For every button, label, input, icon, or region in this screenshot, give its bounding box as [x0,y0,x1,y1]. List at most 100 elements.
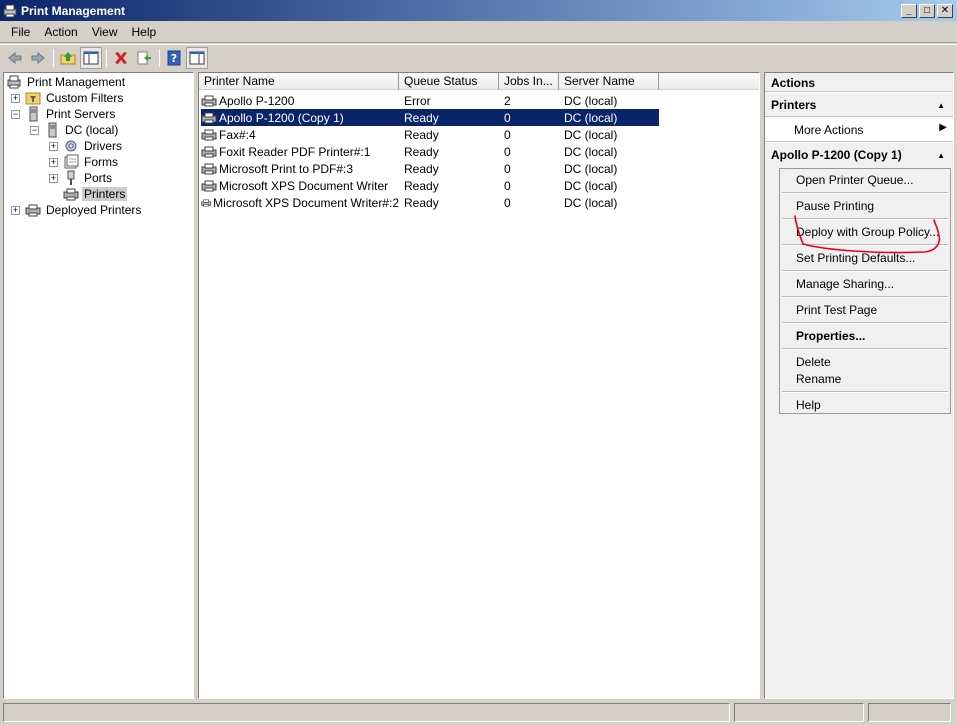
table-row[interactable]: Microsoft Print to PDF#:3 Ready 0 DC (local… [201,160,659,177]
table-row[interactable]: Foxit Reader PDF Printer#:1 Ready 0 DC (loc… [201,143,659,160]
printer-actions-menu: Open Printer Queue... Pause Printing Dep… [779,168,951,414]
collapse-dc-local[interactable]: − [30,126,39,135]
printer-name-text: Microsoft XPS Document Writer [219,178,389,193]
table-row[interactable]: Apollo P-1200 Error 2 DC (local) [201,92,659,109]
close-button[interactable]: ✕ [937,3,953,18]
console-tree-icon [83,51,99,65]
printer-icon [201,199,211,206]
column-filler [659,73,759,90]
print-management-icon [7,75,21,89]
expand-drivers[interactable]: + [49,142,58,151]
menu-separator [782,270,948,272]
toolbar: ? [0,44,957,71]
tree-label: Forms [84,155,118,169]
server-icon [29,106,38,122]
column-printer-name[interactable]: Printer Name [199,73,399,90]
forms-icon [64,154,79,169]
column-server-name[interactable]: Server Name [559,73,659,90]
cell-status: Ready [404,127,439,142]
tree-item-dc-local[interactable]: DC (local) [44,122,120,138]
export-list-button[interactable] [133,47,155,69]
cell-name: Microsoft Print to PDF#:3 [201,162,399,176]
minimize-button[interactable]: _ [901,3,917,18]
table-row[interactable]: Fax#:4 Ready 0 DC (local) [201,126,659,143]
expand-custom-filters[interactable]: + [11,94,20,103]
delete-button[interactable] [110,47,132,69]
printer-icon [63,188,79,201]
forward-button[interactable] [27,47,49,69]
cell-status: Error [404,93,431,108]
show-hide-tree-button[interactable] [80,47,102,69]
back-button[interactable] [4,47,26,69]
actions-printers-header[interactable]: Printers ▲ [765,94,953,116]
printer-icon [25,204,41,217]
table-row[interactable]: Microsoft XPS Document Writer#:2 Ready 0 DC… [201,194,659,211]
column-queue-status[interactable]: Queue Status [399,73,499,90]
tree-label: DC (local) [65,123,119,137]
menu-file[interactable]: File [4,23,37,41]
up-one-level-button[interactable] [57,47,79,69]
actions-pane: Actions Printers ▲ More Actions ▶ Apollo… [764,72,954,699]
printer-icon [201,163,217,174]
cell-server: DC (local) [564,110,618,125]
expand-forms[interactable]: + [49,158,58,167]
divider [765,141,953,143]
menu-help[interactable]: Help [125,23,164,41]
cell-server: DC (local) [564,127,618,142]
help-button[interactable]: ? [163,47,185,69]
help-icon: ? [167,50,181,66]
server-icon [48,122,57,138]
delete-action[interactable]: Delete [796,355,831,369]
maximize-button[interactable]: □ [919,3,935,18]
deploy-group-policy-action[interactable]: Deploy with Group Policy... [796,225,939,239]
cell-jobs: 0 [504,127,511,142]
cell-status: Ready [404,178,439,193]
printer-name-text: Foxit Reader PDF Printer#:1 [219,144,371,159]
pause-printing-action[interactable]: Pause Printing [796,199,874,213]
printer-icon [201,95,217,106]
export-icon [137,51,151,65]
set-printing-defaults-action[interactable]: Set Printing Defaults... [796,251,915,265]
table-row[interactable]: Apollo P-1200 (Copy 1) Ready 0 DC (local) [201,109,659,126]
table-row[interactable]: Microsoft XPS Document Writer Ready 0 DC (l… [201,177,659,194]
tree-item-custom-filters[interactable]: Custom Filters [25,90,125,106]
tree-item-printers[interactable]: Printers [63,186,128,202]
tree-item-deployed-printers[interactable]: Deployed Printers [25,202,143,218]
tree-item-print-servers[interactable]: Print Servers [25,106,117,122]
rename-action[interactable]: Rename [796,372,841,386]
menu-separator [782,322,948,324]
help-action[interactable]: Help [796,398,821,412]
status-pane-main [3,703,730,722]
collapse-caret-icon: ▲ [937,100,945,110]
printer-icon [201,146,217,157]
manage-sharing-action[interactable]: Manage Sharing... [796,277,894,291]
collapse-print-servers[interactable]: − [11,110,20,119]
properties-action[interactable]: Properties... [796,329,865,343]
toolbar-separator [106,49,107,67]
expand-deployed-printers[interactable]: + [11,206,20,215]
printer-name-text: Fax#:4 [219,127,256,142]
tree-item-forms[interactable]: Forms [63,154,120,170]
expand-ports[interactable]: + [49,174,58,183]
more-actions-row[interactable]: More Actions ▶ [765,119,953,141]
action-pane-button[interactable] [186,47,208,69]
tree-item-ports[interactable]: Ports [63,170,114,186]
open-printer-queue-action[interactable]: Open Printer Queue... [796,173,913,187]
cell-name: Microsoft XPS Document Writer [201,179,399,193]
actions-selected-printer-header[interactable]: Apollo P-1200 (Copy 1) ▲ [765,144,953,166]
cell-name: Fax#:4 [201,128,399,142]
column-jobs-in-queue[interactable]: Jobs In... [499,73,559,90]
cell-server: DC (local) [564,195,618,210]
tree-item-drivers[interactable]: Drivers [63,138,124,154]
cell-server: DC (local) [564,144,618,159]
menu-view[interactable]: View [85,23,125,41]
cell-name: Foxit Reader PDF Printer#:1 [201,145,399,159]
cell-jobs: 0 [504,144,511,159]
printer-name-text: Microsoft Print to PDF#:3 [219,161,354,176]
back-icon [8,51,22,65]
cell-status: Ready [404,195,439,210]
print-test-page-action[interactable]: Print Test Page [796,303,877,317]
menu-action[interactable]: Action [37,23,84,41]
tree-item-print-management[interactable]: Print Management [6,74,127,90]
cell-status: Ready [404,161,439,176]
